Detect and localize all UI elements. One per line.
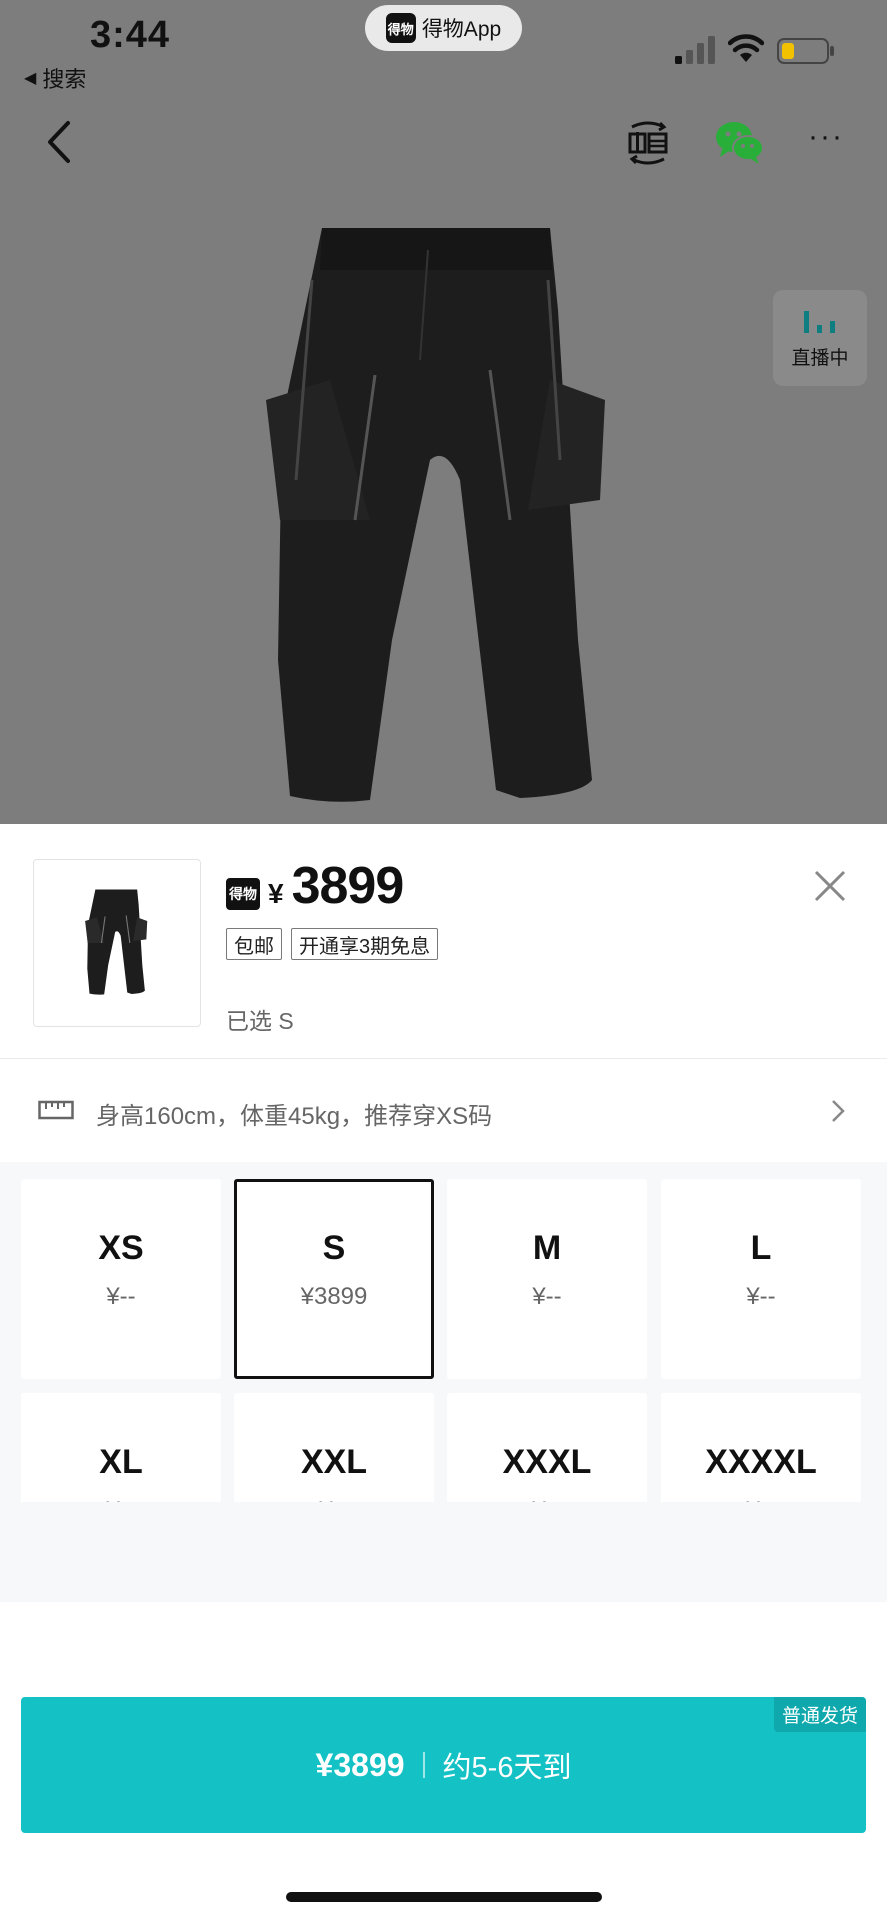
size-selection-sheet: 得物 ¥ 3899 包邮 开通享3期免息 已选 S 身高160cm，体重45kg…	[0, 824, 887, 1920]
app-logo-icon: 得物	[385, 13, 416, 43]
size-label: M	[532, 1229, 562, 1267]
size-price: ¥--	[106, 1283, 136, 1310]
size-label: L	[750, 1229, 772, 1267]
shipping-type-badge: 普通发货	[773, 1697, 866, 1732]
product-image[interactable]	[260, 220, 620, 820]
home-indicator[interactable]	[286, 1892, 602, 1902]
sheet-spacer	[0, 1502, 887, 1602]
product-thumbnail	[33, 859, 201, 1027]
wifi-icon	[728, 34, 764, 62]
size-label: XXL	[300, 1443, 368, 1481]
nav-bar: ···	[0, 105, 887, 185]
live-badge[interactable]: 直播中	[773, 290, 867, 386]
live-badge-label: 直播中	[791, 347, 849, 369]
size-price: ¥3899	[300, 1283, 368, 1310]
size-recommendation-row[interactable]: 身高160cm，体重45kg，推荐穿XS码	[0, 1060, 887, 1162]
size-option-l[interactable]: L ¥--	[661, 1179, 861, 1379]
buy-price: ¥3899	[315, 1746, 405, 1783]
size-label: XS	[98, 1229, 144, 1267]
sheet-header: 得物 ¥ 3899 包邮 开通享3期免息 已选 S	[0, 824, 887, 1059]
selected-size-text: 已选 S	[226, 1008, 294, 1034]
thumbnail-pants-image	[85, 889, 148, 995]
size-option-m[interactable]: M ¥--	[447, 1179, 647, 1379]
size-label: S	[322, 1229, 346, 1267]
back-triangle-icon: ◀	[24, 70, 37, 87]
status-bar: 3:44 ◀ 搜索 得物 得物App	[0, 0, 887, 100]
installment-tag[interactable]: 开通享3期免息	[291, 928, 439, 960]
size-recommendation-text: 身高160cm，体重45kg，推荐穿XS码	[96, 1103, 493, 1130]
sell-icon[interactable]	[624, 119, 672, 167]
close-icon[interactable]	[808, 864, 852, 908]
price-currency: ¥	[268, 878, 284, 909]
delivery-eta: 约5-6天到	[442, 1752, 572, 1784]
status-time: 3:44	[90, 14, 171, 56]
size-option-s[interactable]: S ¥3899	[234, 1179, 434, 1379]
promo-tags: 包邮 开通享3期免息	[226, 928, 439, 960]
back-to-search-label: 搜索	[42, 67, 87, 92]
back-arrow-icon[interactable]	[40, 117, 80, 167]
cellular-signal-icon	[675, 36, 715, 64]
buy-button[interactable]: ¥3899 约5-6天到 普通发货	[21, 1697, 866, 1833]
app-name: 得物App	[421, 18, 502, 41]
size-option-xs[interactable]: XS ¥--	[21, 1179, 221, 1379]
price-row: 得物 ¥ 3899	[226, 856, 405, 916]
size-price: ¥--	[746, 1283, 776, 1310]
price-value: 3899	[291, 857, 405, 915]
chevron-right-icon	[832, 1100, 845, 1122]
size-label: XL	[99, 1443, 143, 1481]
back-to-search-link[interactable]: ◀ 搜索	[24, 62, 86, 94]
size-price: ¥--	[532, 1283, 562, 1310]
more-options-icon[interactable]: ···	[808, 122, 852, 157]
battery-icon	[777, 38, 834, 64]
dimmed-background[interactable]: 3:44 ◀ 搜索 得物 得物App ··· 直播中	[0, 0, 887, 824]
ruler-icon	[38, 1100, 74, 1120]
buy-divider	[422, 1752, 425, 1778]
free-shipping-tag: 包邮	[226, 928, 282, 960]
live-bars-icon	[804, 310, 835, 333]
app-source-pill[interactable]: 得物 得物App	[365, 5, 522, 51]
size-grid: XS ¥-- S ¥3899 M ¥-- L ¥-- XL ¥-- XXL ¥-…	[0, 1162, 887, 1593]
size-label: XXXXL	[705, 1443, 817, 1481]
size-label: XXXL	[502, 1443, 592, 1481]
brand-logo-icon: 得物	[226, 878, 260, 910]
wechat-share-icon[interactable]	[714, 117, 766, 167]
